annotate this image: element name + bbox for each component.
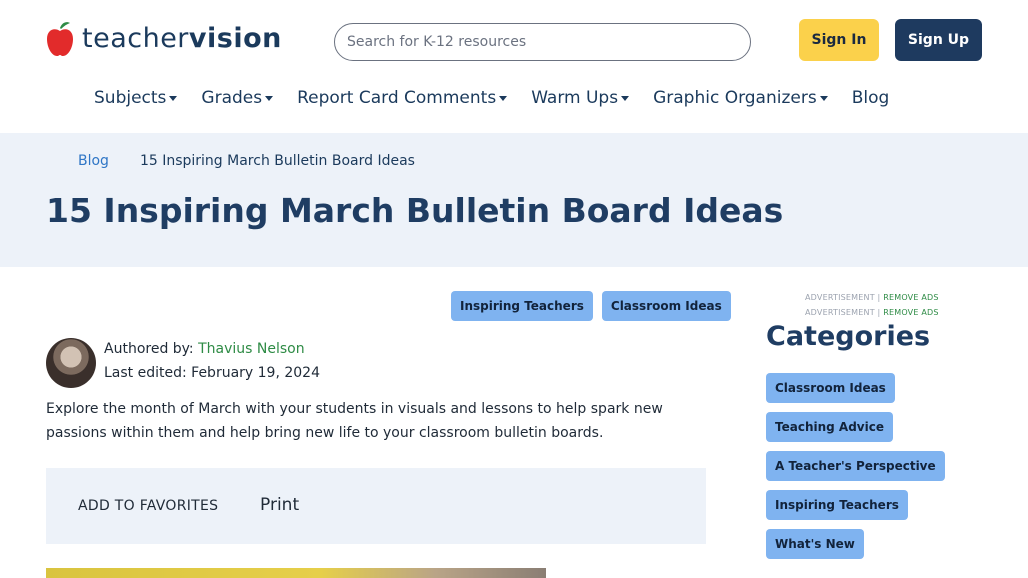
nav-item-label: Subjects bbox=[94, 88, 167, 108]
search-input[interactable] bbox=[334, 23, 751, 61]
breadcrumb-link-blog[interactable]: Blog bbox=[78, 153, 109, 169]
page-header-band: Blog 15 Inspiring March Bulletin Board I… bbox=[0, 133, 1028, 267]
apple-icon bbox=[46, 21, 74, 57]
article-intro: Explore the month of March with your stu… bbox=[46, 401, 663, 441]
caret-down-icon bbox=[499, 95, 508, 101]
author-prefix: Authored by: bbox=[104, 341, 194, 357]
nav-item-report-card-comments[interactable]: Report Card Comments bbox=[297, 88, 508, 108]
advertisement-label: ADVERTISEMENT | REMOVE ADS bbox=[805, 308, 939, 317]
sign-up-button[interactable]: Sign Up bbox=[895, 19, 982, 61]
author-link[interactable]: Thavius Nelson bbox=[198, 341, 305, 357]
nav-item-label: Blog bbox=[851, 88, 890, 108]
tag-inspiring-teachers[interactable]: Inspiring Teachers bbox=[451, 291, 593, 321]
category-classroom-ideas[interactable]: Classroom Ideas bbox=[766, 373, 895, 403]
caret-down-icon bbox=[265, 95, 274, 101]
category-whats-new[interactable]: What's New bbox=[766, 529, 864, 559]
nav-item-warm-ups[interactable]: Warm Ups bbox=[531, 88, 630, 108]
category-inspiring-teachers[interactable]: Inspiring Teachers bbox=[766, 490, 908, 520]
last-edited: Last edited: February 19, 2024 bbox=[104, 365, 320, 381]
page-title: 15 Inspiring March Bulletin Board Ideas bbox=[46, 191, 784, 230]
nav-item-label: Grades bbox=[201, 88, 263, 108]
caret-down-icon bbox=[621, 95, 630, 101]
main-nav: Subjects Grades Report Card Comments War… bbox=[94, 86, 913, 110]
article-tags: Inspiring Teachers Classroom Ideas bbox=[451, 291, 731, 321]
author-avatar bbox=[46, 338, 96, 388]
print-button[interactable]: Print bbox=[260, 495, 299, 515]
category-a-teachers-perspective[interactable]: A Teacher's Perspective bbox=[766, 451, 945, 481]
sign-in-button[interactable]: Sign In bbox=[799, 19, 879, 61]
nav-item-label: Report Card Comments bbox=[297, 88, 497, 108]
ad-label: ADVERTISEMENT | bbox=[805, 293, 881, 302]
caret-down-icon bbox=[169, 95, 178, 101]
breadcrumb-current: 15 Inspiring March Bulletin Board Ideas bbox=[139, 153, 415, 169]
nav-item-graphic-organizers[interactable]: Graphic Organizers bbox=[653, 88, 828, 108]
article-hero-image bbox=[46, 568, 546, 578]
caret-down-icon bbox=[819, 95, 828, 101]
teachervision-logo[interactable]: teachervision bbox=[46, 21, 282, 57]
nav-item-subjects[interactable]: Subjects bbox=[94, 88, 178, 108]
nav-item-grades[interactable]: Grades bbox=[201, 88, 274, 108]
nav-item-label: Graphic Organizers bbox=[653, 88, 817, 108]
logo-text-bold: vision bbox=[188, 23, 282, 54]
breadcrumb: Blog 15 Inspiring March Bulletin Board I… bbox=[78, 153, 415, 169]
remove-ads-link[interactable]: REMOVE ADS bbox=[883, 308, 938, 317]
tag-classroom-ideas[interactable]: Classroom Ideas bbox=[601, 291, 731, 321]
article-actions-bar: ADD TO FAVORITES Print bbox=[46, 468, 706, 544]
ad-label: ADVERTISEMENT | bbox=[805, 308, 881, 317]
add-to-favorites-button[interactable]: ADD TO FAVORITES bbox=[78, 498, 218, 514]
remove-ads-link[interactable]: REMOVE ADS bbox=[883, 293, 938, 302]
categories-title: Categories bbox=[766, 321, 931, 352]
category-teaching-advice[interactable]: Teaching Advice bbox=[766, 412, 893, 442]
advertisement-label: ADVERTISEMENT | REMOVE ADS bbox=[805, 293, 939, 302]
nav-item-blog[interactable]: Blog bbox=[852, 88, 890, 108]
logo-text-light: teacher bbox=[82, 23, 189, 54]
nav-item-label: Warm Ups bbox=[531, 88, 619, 108]
author-line: Authored by: Thavius Nelson bbox=[104, 341, 305, 357]
